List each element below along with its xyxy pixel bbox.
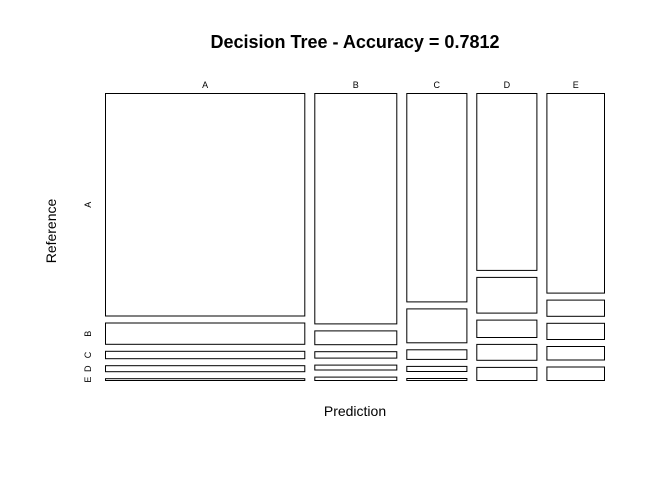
prediction-tick-C: C	[434, 80, 441, 90]
prediction-tick-E: E	[573, 80, 579, 90]
tile-pred-A-ref-B	[105, 322, 306, 345]
reference-tick-B: B	[83, 331, 93, 337]
x-axis-label: Prediction	[324, 403, 386, 419]
tile-pred-D-ref-C	[476, 319, 538, 339]
tile-pred-C-ref-A	[406, 93, 468, 303]
tile-pred-E-ref-E	[546, 366, 606, 381]
prediction-tick-D: D	[504, 80, 511, 90]
tile-pred-E-ref-D	[546, 346, 606, 361]
reference-tick-C: C	[83, 351, 93, 358]
prediction-tick-B: B	[353, 80, 359, 90]
reference-tick-labels: A B CDE	[83, 202, 93, 383]
tile-pred-D-ref-E	[476, 366, 538, 381]
reference-tick-A: A	[83, 202, 93, 208]
y-axis-label: Reference	[43, 198, 59, 263]
tile-pred-B-ref-C	[314, 351, 398, 359]
prediction-tick-A: A	[202, 80, 208, 90]
tile-pred-C-ref-B	[406, 308, 468, 344]
prediction-tick-labels: A B C D E	[202, 80, 579, 90]
tile-pred-A-ref-C	[105, 350, 306, 360]
tile-pred-E-ref-B	[546, 299, 606, 317]
tile-pred-A-ref-D	[105, 365, 306, 373]
tile-pred-B-ref-A	[314, 93, 398, 325]
tile-pred-B-ref-E	[314, 376, 398, 382]
reference-tick-D: D	[83, 365, 93, 372]
tile-pred-A-ref-E	[105, 378, 306, 382]
tile-pred-E-ref-A	[546, 93, 606, 294]
tile-pred-D-ref-B	[476, 276, 538, 314]
tile-pred-D-ref-D	[476, 343, 538, 361]
tile-pred-C-ref-C	[406, 349, 468, 360]
tile-pred-B-ref-D	[314, 364, 398, 371]
tile-pred-A-ref-A	[105, 93, 306, 317]
mosaic-tiles	[105, 93, 606, 382]
tile-pred-E-ref-C	[546, 322, 606, 340]
reference-tick-E: E	[83, 377, 93, 383]
chart-title: Decision Tree - Accuracy = 0.7812	[210, 32, 499, 52]
tile-pred-D-ref-A	[476, 93, 538, 271]
tile-pred-C-ref-E	[406, 378, 468, 381]
mosaic-plot: Decision Tree - Accuracy = 0.7812 Predic…	[43, 32, 606, 419]
tile-pred-B-ref-B	[314, 330, 398, 346]
tile-pred-C-ref-D	[406, 365, 468, 372]
